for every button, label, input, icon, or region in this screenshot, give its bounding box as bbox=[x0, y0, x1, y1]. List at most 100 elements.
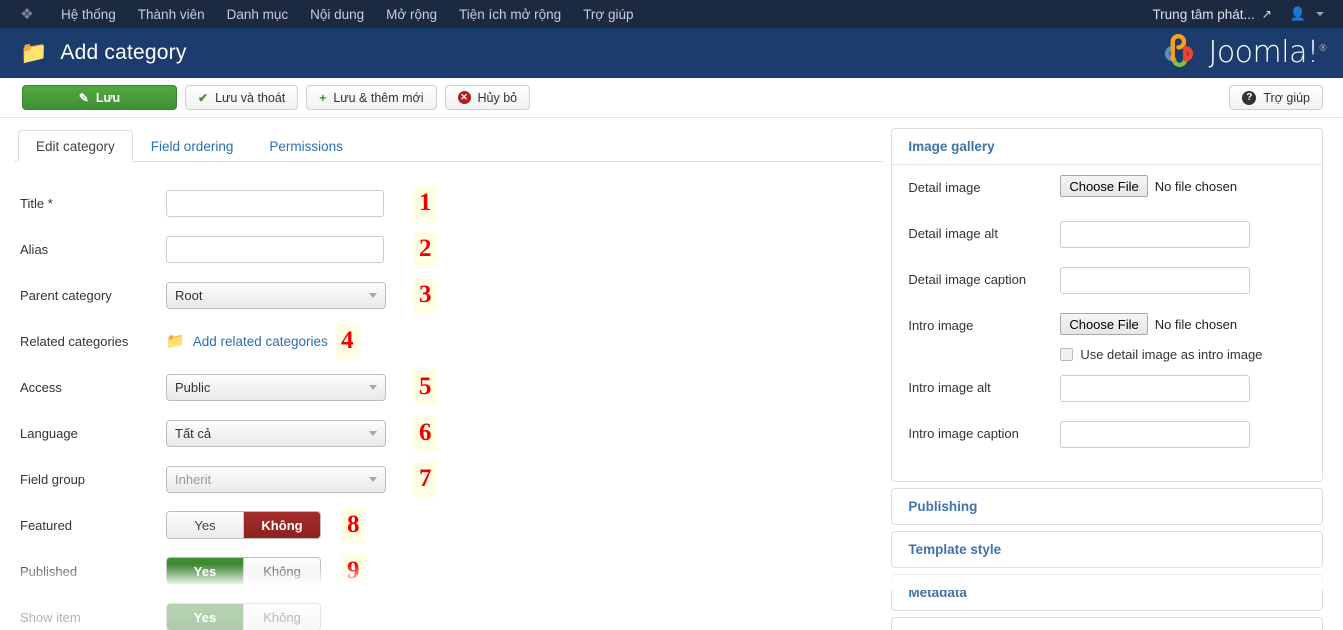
panel-params-title[interactable]: Params bbox=[892, 618, 1322, 630]
field-group-label: Field group bbox=[20, 471, 86, 487]
tab-edit-category[interactable]: Edit category bbox=[18, 130, 133, 162]
save-and-close-button[interactable]: ✔ Lưu và thoát bbox=[185, 85, 299, 110]
nav-item-mo-rong[interactable]: Mở rộng bbox=[375, 7, 448, 22]
annotation-7: 7 bbox=[414, 461, 437, 497]
panel-template-style[interactable]: Template style bbox=[891, 531, 1323, 568]
joomla-wordmark: Joomla!® bbox=[1208, 38, 1327, 68]
row-detail-image-caption: Detail image caption bbox=[908, 267, 1308, 313]
annotation-5: 5 bbox=[414, 369, 437, 405]
nav-item-tro-giup[interactable]: Trợ giúp bbox=[572, 7, 644, 22]
panel-publishing[interactable]: Publishing bbox=[891, 488, 1323, 525]
featured-control: Yes Không bbox=[166, 511, 321, 539]
intro-image-caption-input[interactable] bbox=[1060, 421, 1251, 448]
add-related-categories-label: Add related categories bbox=[192, 333, 328, 349]
alias-input[interactable] bbox=[166, 235, 384, 263]
user-menu[interactable]: 👤 bbox=[1281, 6, 1333, 22]
panel-params[interactable]: Params bbox=[891, 617, 1323, 630]
intro-image-caption-label: Intro image caption bbox=[908, 426, 1019, 441]
panel-publishing-title[interactable]: Publishing bbox=[892, 489, 1322, 524]
intro-image-alt-control bbox=[1060, 375, 1308, 402]
alias-label: Alias bbox=[20, 241, 49, 257]
annotation-2: 2 bbox=[414, 231, 437, 267]
field-row-field-group: Field group Inherit 7 bbox=[14, 456, 883, 502]
show-item-toggle[interactable]: Yes Không bbox=[166, 603, 321, 630]
panel-image-gallery-body: Detail image Choose File No file chosen … bbox=[892, 165, 1322, 481]
detail-image-control: Choose File No file chosen bbox=[1060, 175, 1308, 197]
field-row-title: Title * 1 bbox=[14, 180, 883, 226]
question-mark-icon: ? bbox=[1242, 90, 1257, 105]
add-related-categories-link[interactable]: 📁 Add related categories bbox=[166, 334, 328, 349]
detail-image-caption-input[interactable] bbox=[1060, 267, 1251, 294]
save-and-new-button[interactable]: + Lưu & thêm mới bbox=[306, 85, 437, 110]
detail-image-choose-file-button[interactable]: Choose File bbox=[1060, 175, 1148, 197]
chevron-down-icon bbox=[1316, 12, 1324, 16]
nav-item-he-thong[interactable]: Hệ thống bbox=[50, 7, 127, 22]
site-preview-link[interactable]: Trung tâm phát... ↗ bbox=[1143, 7, 1280, 22]
nav-item-noi-dung[interactable]: Nội dung bbox=[299, 7, 375, 22]
use-detail-as-intro-label: Use detail image as intro image bbox=[1080, 347, 1263, 362]
annotation-9: 9 bbox=[342, 553, 365, 589]
show-item-toggle-no[interactable]: Không bbox=[243, 604, 320, 630]
joomla-mark-icon[interactable]: ❖ bbox=[18, 5, 36, 23]
row-intro-image-alt: Intro image alt bbox=[908, 375, 1308, 421]
save-button-label: Lưu bbox=[95, 90, 121, 105]
detail-image-file-status: No file chosen bbox=[1154, 178, 1238, 194]
close-circle-icon: ✕ bbox=[457, 91, 471, 104]
parent-category-select[interactable]: Root bbox=[166, 281, 386, 309]
field-group-select[interactable]: Inherit bbox=[166, 465, 386, 493]
panel-metadata-title[interactable]: Metadata bbox=[892, 575, 1322, 610]
annotation-3: 3 bbox=[414, 277, 437, 313]
help-button[interactable]: ? Trợ giúp bbox=[1229, 85, 1323, 110]
panel-template-style-title[interactable]: Template style bbox=[892, 532, 1322, 567]
published-toggle-yes[interactable]: Yes bbox=[167, 558, 243, 584]
tab-field-ordering[interactable]: Field ordering bbox=[133, 130, 252, 162]
joomla-logo: Joomla!® bbox=[1159, 33, 1327, 73]
panel-image-gallery-title[interactable]: Image gallery bbox=[892, 129, 1322, 165]
detail-image-alt-input[interactable] bbox=[1060, 221, 1251, 248]
featured-toggle-yes[interactable]: Yes bbox=[167, 512, 243, 538]
show-item-control: Yes Không bbox=[166, 603, 321, 630]
tab-permissions[interactable]: Permissions bbox=[251, 130, 361, 162]
page-title: Add category bbox=[60, 41, 187, 64]
intro-image-alt-label: Intro image alt bbox=[908, 380, 991, 395]
intro-image-file-status: No file chosen bbox=[1154, 316, 1238, 332]
parent-category-value: Root bbox=[175, 287, 203, 303]
use-detail-as-intro-checkbox[interactable] bbox=[1060, 348, 1074, 361]
parent-category-label: Parent category bbox=[20, 287, 112, 303]
detail-image-caption-label: Detail image caption bbox=[908, 272, 1027, 287]
field-row-published: Published Yes Không 9 bbox=[14, 548, 883, 594]
nav-item-danh-muc[interactable]: Danh mục bbox=[216, 7, 300, 22]
edit-pencil-icon: ✎ bbox=[78, 90, 89, 105]
intro-image-alt-input[interactable] bbox=[1060, 375, 1251, 402]
nav-item-thanh-vien[interactable]: Thành viên bbox=[127, 7, 216, 22]
panel-metadata[interactable]: Metadata bbox=[891, 574, 1323, 611]
title-input[interactable] bbox=[166, 189, 384, 217]
tab-bar: Edit category Field ordering Permissions bbox=[14, 130, 884, 162]
field-row-related-categories: Related categories 📁 Add related categor… bbox=[14, 318, 883, 364]
featured-toggle[interactable]: Yes Không bbox=[166, 511, 321, 539]
detail-image-alt-control bbox=[1060, 221, 1308, 248]
parent-category-control: Root bbox=[166, 281, 386, 309]
intro-image-choose-file-button[interactable]: Choose File bbox=[1060, 313, 1148, 335]
detail-image-label: Detail image bbox=[908, 180, 981, 195]
panel-image-gallery: Image gallery Detail image Choose File N… bbox=[891, 128, 1323, 482]
intro-image-file-row: Choose File No file chosen bbox=[1060, 313, 1308, 335]
nav-item-tien-ich-mo-rong[interactable]: Tiện ích mở rộng bbox=[448, 7, 572, 22]
published-toggle-no[interactable]: Không bbox=[243, 558, 320, 584]
user-icon: 👤 bbox=[1289, 6, 1306, 21]
field-row-parent-category: Parent category Root 3 bbox=[14, 272, 883, 318]
access-select[interactable]: Public bbox=[166, 373, 386, 401]
plus-icon: + bbox=[319, 90, 327, 105]
row-detail-image: Detail image Choose File No file chosen bbox=[908, 175, 1308, 221]
sidebar-column: Image gallery Detail image Choose File N… bbox=[883, 118, 1323, 630]
featured-toggle-no[interactable]: Không bbox=[243, 512, 320, 538]
language-select[interactable]: Tất cả bbox=[166, 419, 386, 447]
access-control: Public bbox=[166, 373, 386, 401]
show-item-toggle-yes[interactable]: Yes bbox=[167, 604, 243, 630]
folder-icon: 📁 bbox=[166, 332, 185, 350]
save-button[interactable]: ✎ Lưu bbox=[22, 85, 177, 110]
cancel-button[interactable]: ✕ Hủy bỏ bbox=[444, 85, 531, 110]
folder-icon: 📁 bbox=[20, 40, 48, 65]
language-value: Tất cả bbox=[175, 425, 212, 441]
published-toggle[interactable]: Yes Không bbox=[166, 557, 321, 585]
